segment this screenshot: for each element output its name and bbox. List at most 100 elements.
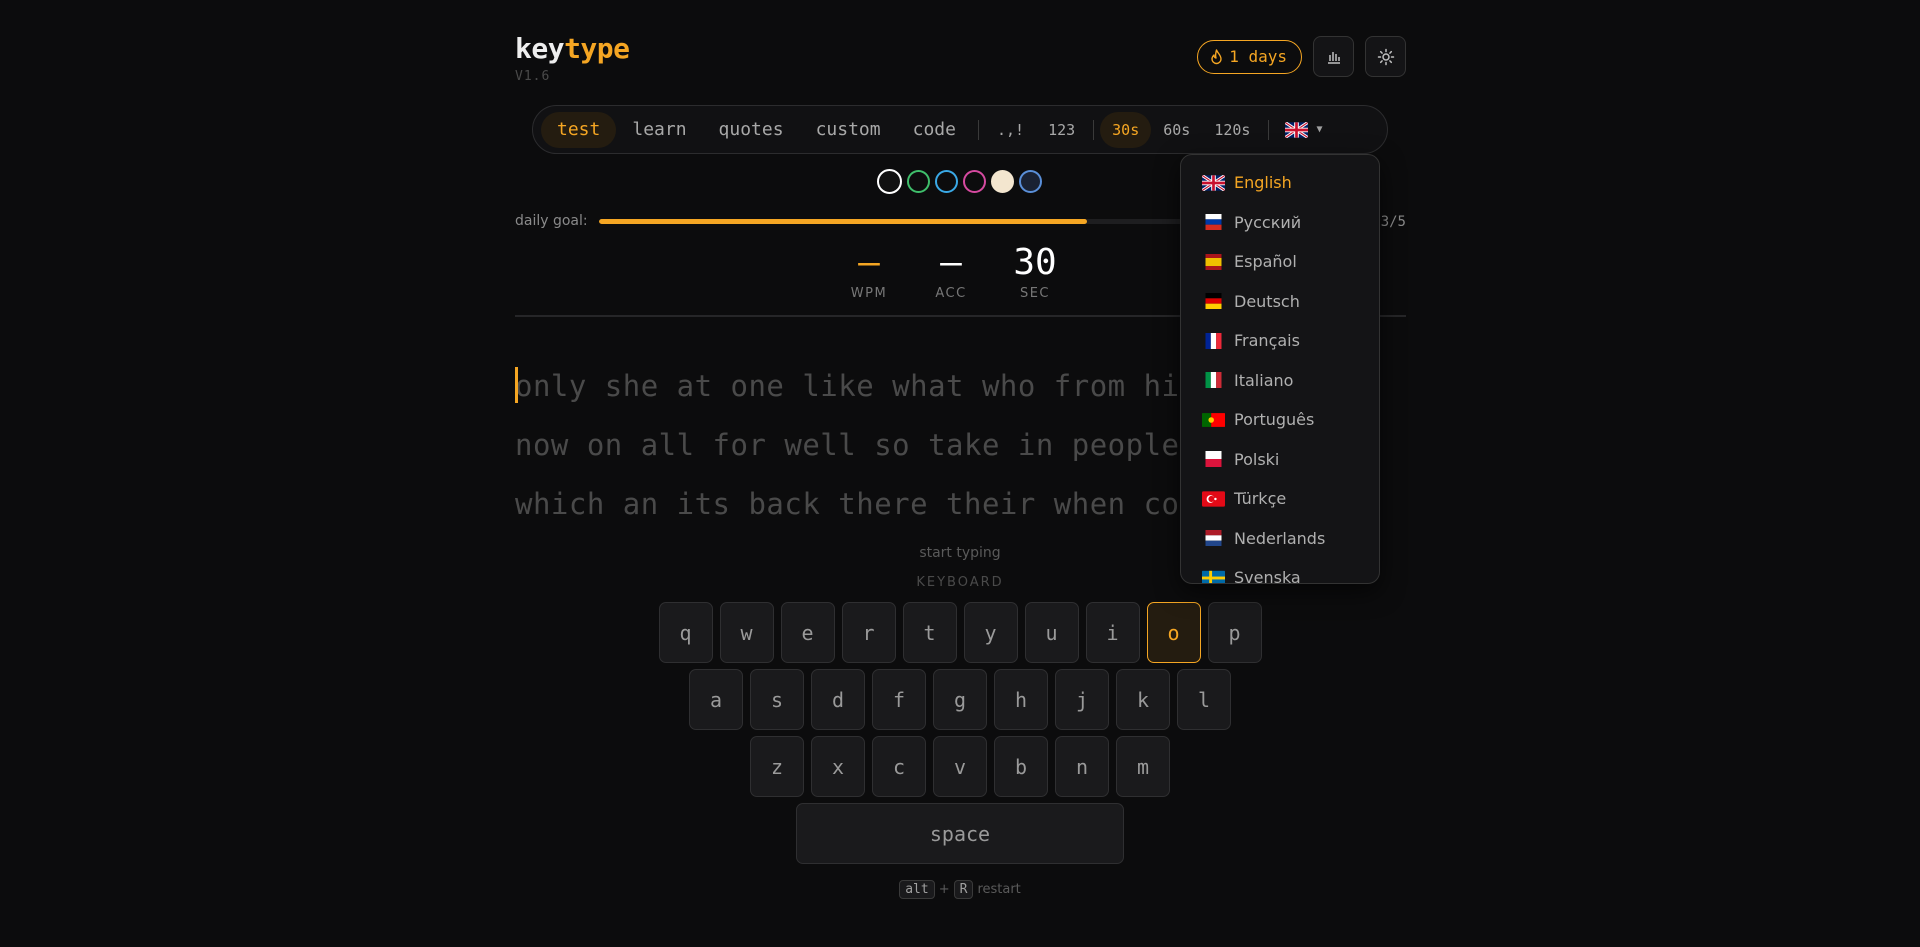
theme-swatch[interactable] (877, 169, 902, 194)
key-i[interactable]: i (1085, 602, 1140, 663)
start-typing-hint: start typing (919, 545, 1001, 561)
sec-label: SEC (1019, 286, 1051, 301)
text-cursor (515, 367, 518, 403)
duration-30s[interactable]: 30s (1100, 111, 1152, 148)
virtual-keyboard: q w e r t y u i o p a s d f g h j k l z … (0, 602, 1920, 870)
language-selector[interactable]: ▼ (1275, 112, 1334, 148)
key-v[interactable]: v (933, 736, 987, 797)
language-dropdown: English Русский Español Deutsch Français… (1180, 154, 1380, 584)
language-name: Svenska (1234, 568, 1301, 584)
daily-goal-label: daily goal: (515, 213, 588, 229)
keyboard-row: q w e r t y u i o p (0, 602, 1920, 663)
portugal-flag-icon (1202, 412, 1225, 427)
key-q[interactable]: q (658, 602, 713, 663)
language-name: Nederlands (1234, 528, 1326, 548)
duration-60s[interactable]: 60s (1151, 112, 1202, 148)
mode-learn[interactable]: learn (616, 112, 702, 148)
plus-sign: + (938, 882, 950, 897)
language-name: English (1234, 173, 1292, 193)
keyboard-row: z x c v b n m (0, 736, 1920, 797)
language-name: Español (1234, 252, 1297, 272)
theme-swatch[interactable] (963, 170, 986, 193)
theme-swatch[interactable] (935, 170, 958, 193)
theme-swatch[interactable] (991, 170, 1014, 193)
key-z[interactable]: z (750, 736, 804, 797)
poland-flag-icon (1205, 451, 1222, 468)
language-option-swedish[interactable]: Svenska (1181, 558, 1379, 584)
language-option-spanish[interactable]: Español (1181, 242, 1379, 282)
key-y[interactable]: y (963, 602, 1018, 663)
language-option-dutch[interactable]: Nederlands (1181, 519, 1379, 559)
key-g[interactable]: g (933, 669, 987, 730)
alt-key-hint: alt (899, 880, 935, 899)
language-name: Português (1234, 410, 1315, 430)
key-c[interactable]: c (872, 736, 926, 797)
daily-goal-count: 3/5 (1380, 214, 1406, 230)
separator (1093, 119, 1095, 140)
separator (977, 119, 979, 140)
theme-swatch[interactable] (1019, 170, 1042, 193)
r-key-hint: R (953, 880, 974, 899)
chevron-down-icon: ▼ (1316, 124, 1323, 135)
bar-chart-icon (1327, 51, 1340, 64)
numbers-toggle[interactable]: 123 (1036, 112, 1087, 148)
language-option-french[interactable]: Français (1181, 321, 1379, 361)
language-option-german[interactable]: Deutsch (1181, 282, 1379, 322)
duration-120s[interactable]: 120s (1202, 112, 1262, 148)
language-name: Polski (1234, 449, 1280, 469)
spain-flag-icon (1205, 253, 1222, 270)
mode-code[interactable]: code (897, 112, 972, 148)
mode-quotes[interactable]: quotes (703, 112, 800, 148)
acc-value: — (940, 242, 962, 283)
key-x[interactable]: x (811, 736, 865, 797)
theme-picker (877, 169, 1042, 194)
mode-bar: test learn quotes custom code .,! 123 30… (532, 105, 1388, 154)
settings-button[interactable] (1365, 36, 1406, 77)
key-p[interactable]: p (1207, 602, 1262, 663)
version-label: V1.6 (515, 69, 551, 84)
language-name: Русский (1234, 212, 1302, 232)
mode-custom[interactable]: custom (800, 112, 897, 148)
key-k[interactable]: k (1116, 669, 1170, 730)
key-f[interactable]: f (872, 669, 926, 730)
key-b[interactable]: b (994, 736, 1048, 797)
language-option-portuguese[interactable]: Português (1181, 400, 1379, 440)
key-e[interactable]: e (780, 602, 835, 663)
key-space[interactable]: space (796, 803, 1124, 864)
restart-label: restart (977, 882, 1021, 897)
brand: keytype V1.6 (515, 32, 630, 84)
language-option-russian[interactable]: Русский (1181, 203, 1379, 243)
language-option-polish[interactable]: Polski (1181, 440, 1379, 480)
key-j[interactable]: j (1055, 669, 1109, 730)
language-option-italian[interactable]: Italiano (1181, 361, 1379, 401)
language-option-turkish[interactable]: Türkçe (1181, 479, 1379, 519)
live-stats: — WPM — ACC 30 SEC (845, 242, 1061, 301)
key-o[interactable]: o (1146, 602, 1201, 663)
theme-swatch[interactable] (907, 170, 930, 193)
logo[interactable]: keytype (515, 32, 630, 65)
streak-label: 1 days (1229, 47, 1287, 66)
key-t[interactable]: t (902, 602, 957, 663)
restart-hint: alt + R restart (0, 880, 1920, 899)
key-w[interactable]: w (719, 602, 774, 663)
italy-flag-icon (1205, 372, 1222, 389)
punctuation-toggle[interactable]: .,! (985, 112, 1036, 148)
key-h[interactable]: h (994, 669, 1048, 730)
key-s[interactable]: s (750, 669, 804, 730)
key-a[interactable]: a (689, 669, 743, 730)
separator (1268, 119, 1270, 140)
mode-test[interactable]: test (541, 111, 617, 148)
key-l[interactable]: l (1177, 669, 1231, 730)
wpm-value: — (858, 242, 880, 283)
language-name: Türkçe (1234, 489, 1287, 509)
language-name: Deutsch (1234, 291, 1300, 311)
streak-badge[interactable]: 1 days (1197, 39, 1302, 74)
key-m[interactable]: m (1116, 736, 1170, 797)
stats-button[interactable] (1313, 36, 1354, 77)
key-r[interactable]: r (841, 602, 896, 663)
key-u[interactable]: u (1024, 602, 1079, 663)
key-n[interactable]: n (1055, 736, 1109, 797)
turkey-flag-icon (1202, 491, 1225, 507)
language-option-english[interactable]: English (1181, 163, 1379, 203)
key-d[interactable]: d (811, 669, 865, 730)
